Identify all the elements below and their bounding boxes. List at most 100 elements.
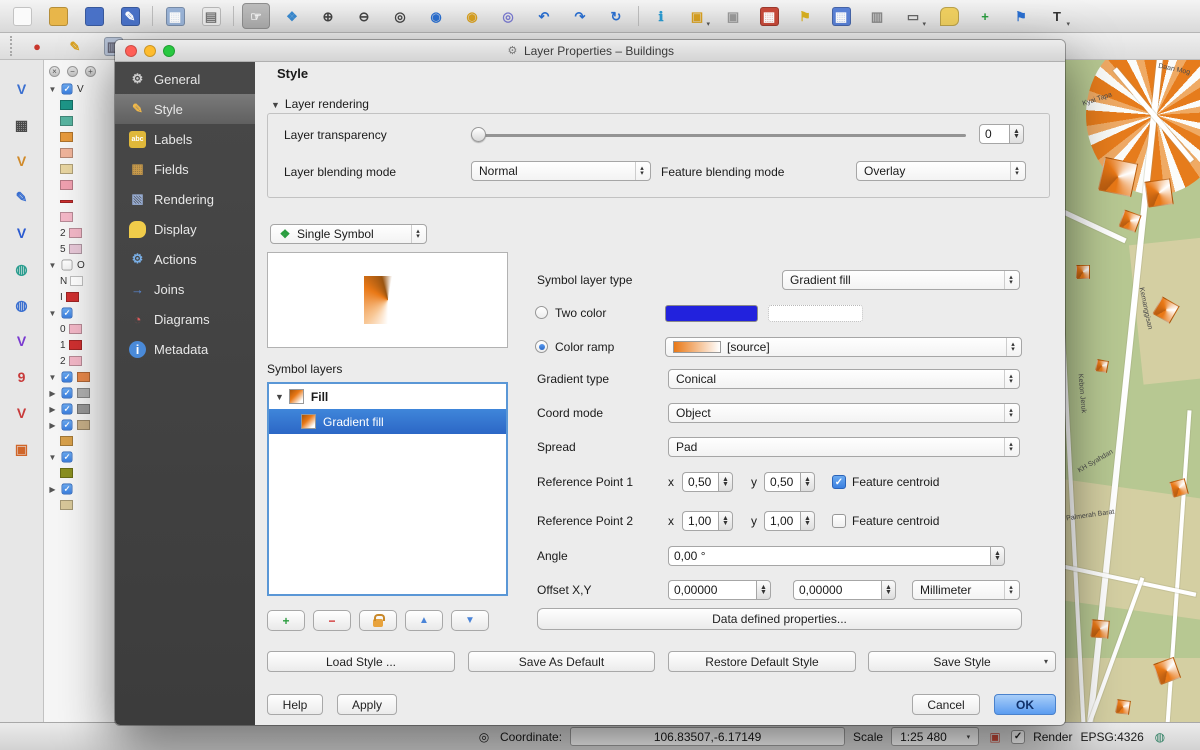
layer-row[interactable] — [44, 161, 115, 177]
pan-map-button[interactable]: ☞ — [242, 3, 270, 29]
layer-visibility-checkbox[interactable] — [62, 308, 73, 319]
sidebar-item-labels[interactable]: abcLabels — [115, 124, 255, 154]
sidebar-item-diagrams[interactable]: ◔Diagrams — [115, 304, 255, 334]
lock-color-button[interactable] — [359, 610, 397, 631]
measure-button[interactable]: ▭▾ — [899, 3, 927, 29]
disclosure-triangle-icon[interactable]: ▼ — [48, 261, 57, 270]
coordinate-input[interactable]: 106.83507,-6.17149 — [570, 727, 845, 746]
raster-calculator-button[interactable]: ▥ — [863, 3, 891, 29]
panel-close-button[interactable]: × — [49, 66, 60, 77]
move-up-button[interactable]: ▲ — [405, 610, 443, 631]
layer-rendering-header[interactable]: ▼Layer rendering — [271, 97, 369, 111]
disclosure-triangle-icon[interactable]: ▼ — [48, 453, 57, 462]
sidebar-item-metadata[interactable]: iMetadata — [115, 334, 255, 364]
layer-row[interactable] — [44, 129, 115, 145]
add-vector-layer-button[interactable]: V — [8, 76, 36, 102]
layer-row[interactable]: ▼V — [44, 81, 115, 97]
ref2-x-spinbox[interactable]: 1,00▲▼ — [682, 511, 733, 531]
layer-row[interactable]: ▼O — [44, 257, 115, 273]
color2-swatch-button[interactable] — [768, 305, 863, 322]
toolbar-handle[interactable] — [10, 36, 13, 56]
disclosure-triangle-icon[interactable]: ▼ — [48, 309, 57, 318]
layer-row[interactable]: ▶ — [44, 481, 115, 497]
zoom-next-button[interactable]: ↷ — [566, 3, 594, 29]
tree-row-gradient-fill[interactable]: Gradient fill — [269, 409, 506, 434]
disclosure-triangle-icon[interactable]: ▶ — [48, 405, 57, 414]
color1-swatch-button[interactable] — [665, 305, 758, 322]
layer-row[interactable] — [44, 97, 115, 113]
map-tips-button[interactable]: ⚑ — [791, 3, 819, 29]
feature-blending-select[interactable]: Overlay ▴▾ — [856, 161, 1026, 181]
tree-row-fill[interactable]: ▼ Fill — [269, 384, 506, 409]
render-checkbox[interactable] — [1011, 730, 1025, 744]
cancel-button[interactable]: Cancel — [912, 694, 980, 715]
ref2-y-value[interactable]: 1,00 — [764, 511, 800, 531]
stepper[interactable]: ▲▼ — [800, 472, 815, 492]
two-color-radio[interactable] — [535, 306, 548, 319]
disclosure-triangle-icon[interactable]: ▼ — [48, 85, 57, 94]
color-ramp-select[interactable]: [source] ▴▾ — [665, 337, 1022, 357]
ref1-x-value[interactable]: 0,50 — [682, 472, 718, 492]
minimize-button[interactable] — [144, 45, 156, 57]
zoom-full-button[interactable]: ◉ — [422, 3, 450, 29]
transparency-spinbox[interactable]: 0 ▲▼ — [979, 124, 1024, 144]
coord-mode-select[interactable]: Object ▴▾ — [668, 403, 1020, 423]
field-calculator-button[interactable]: ▦ — [755, 3, 783, 29]
pan-to-selection-button[interactable]: ❖ — [278, 3, 306, 29]
add-wms-layer-button[interactable]: ◍ — [8, 256, 36, 282]
scale-combo[interactable]: 1:25 480▾ — [891, 727, 979, 746]
ref2-y-spinbox[interactable]: 1,00▲▼ — [764, 511, 815, 531]
layer-visibility-checkbox[interactable] — [62, 84, 73, 95]
show-bookmarks-button[interactable]: ⚑ — [1007, 3, 1035, 29]
add-spatialite-layer-button[interactable]: V — [8, 148, 36, 174]
layer-row[interactable]: ▼ — [44, 449, 115, 465]
layer-row[interactable]: N — [44, 273, 115, 289]
layer-row[interactable] — [44, 177, 115, 193]
save-project-button[interactable] — [80, 3, 108, 29]
close-button[interactable] — [125, 45, 137, 57]
stepper[interactable]: ▲▼ — [1009, 124, 1024, 144]
offset-y-spinbox[interactable]: 0,00000▲▼ — [793, 580, 896, 600]
layer-row[interactable] — [44, 465, 115, 481]
sidebar-item-fields[interactable]: ▦Fields — [115, 154, 255, 184]
layer-row[interactable] — [44, 433, 115, 449]
attribute-table-button[interactable]: ▦ — [827, 3, 855, 29]
layer-row[interactable] — [44, 209, 115, 225]
symbol-layer-type-select[interactable]: Gradient fill ▴▾ — [782, 270, 1020, 290]
add-csw-layer-button[interactable]: ▣ — [8, 436, 36, 462]
zoom-native-button[interactable]: ◎ — [386, 3, 414, 29]
layer-row[interactable]: 5 — [44, 241, 115, 257]
color-ramp-radio[interactable] — [535, 340, 548, 353]
zoom-out-button[interactable]: ⊖ — [350, 3, 378, 29]
ref2-feature-centroid-checkbox[interactable] — [832, 514, 846, 528]
move-down-button[interactable]: ▼ — [451, 610, 489, 631]
angle-value[interactable]: 0,00 ° — [668, 546, 990, 566]
offset-x-spinbox[interactable]: 0,00000▲▼ — [668, 580, 771, 600]
restore-default-style-button[interactable]: Restore Default Style — [668, 651, 856, 672]
layer-visibility-checkbox[interactable] — [62, 484, 73, 495]
dialog-titlebar[interactable]: ⚙ Layer Properties – Buildings — [115, 40, 1065, 62]
apply-button[interactable]: Apply — [337, 694, 397, 715]
ref1-y-value[interactable]: 0,50 — [764, 472, 800, 492]
layer-row[interactable]: ▶ — [44, 385, 115, 401]
sidebar-item-actions[interactable]: ⚙Actions — [115, 244, 255, 274]
zoom-last-button[interactable]: ↶ — [530, 3, 558, 29]
layer-row[interactable] — [44, 145, 115, 161]
disclosure-triangle-icon[interactable]: ▶ — [48, 421, 57, 430]
chevron-down-icon[interactable]: ▼ — [275, 392, 284, 402]
layer-row[interactable]: 2 — [44, 225, 115, 241]
save-project-as-button[interactable]: ✎ — [116, 3, 144, 29]
magnifier-lock-icon[interactable]: ▣ — [987, 729, 1003, 745]
identify-features-button[interactable]: ℹ — [647, 3, 675, 29]
ok-button[interactable]: OK — [994, 694, 1056, 715]
add-postgis-layer-button[interactable]: V — [8, 220, 36, 246]
layer-row[interactable]: 0 — [44, 321, 115, 337]
layer-row[interactable]: 1 — [44, 337, 115, 353]
offset-y-value[interactable]: 0,00000 — [793, 580, 881, 600]
stepper[interactable]: ▲▼ — [756, 580, 771, 600]
layer-row[interactable] — [44, 113, 115, 129]
sidebar-item-joins[interactable]: →Joins — [115, 274, 255, 304]
print-composer-button[interactable]: ▤ — [197, 3, 225, 29]
transparency-value[interactable]: 0 — [979, 124, 1009, 144]
layer-visibility-checkbox[interactable] — [62, 420, 73, 431]
